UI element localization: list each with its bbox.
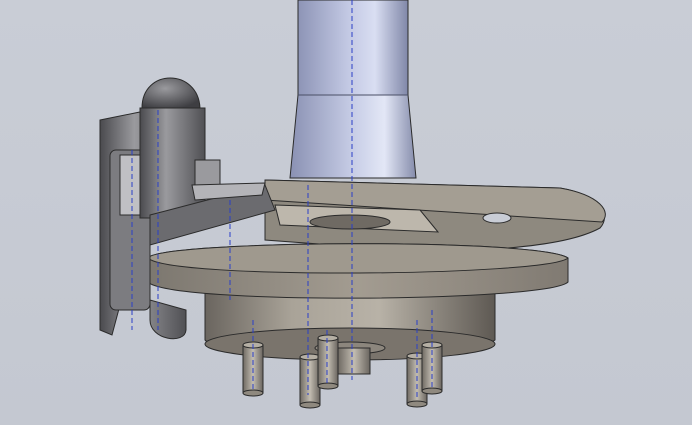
stud-2[interactable] (299, 353, 321, 409)
cad-viewport[interactable] (0, 0, 692, 425)
cad-model-view[interactable] (0, 0, 692, 425)
upper-plate[interactable] (264, 179, 606, 252)
vertical-shaft[interactable] (289, 0, 417, 179)
brake-disc[interactable] (147, 243, 569, 299)
stud-3[interactable] (317, 334, 339, 390)
